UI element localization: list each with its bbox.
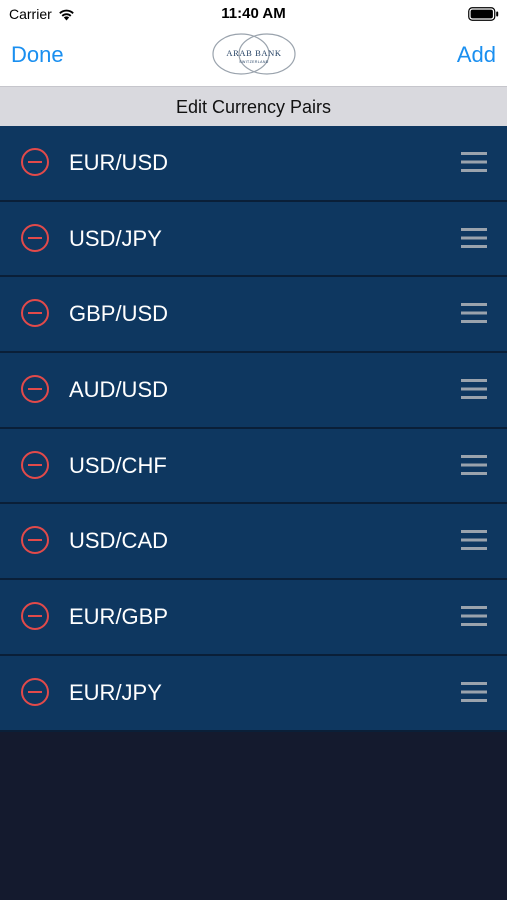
minus-circle-icon[interactable] [20,223,50,253]
arab-bank-logo: ARAB BANK SWITZERLAND [211,32,297,76]
currency-pair-label: USD/JPY [69,225,162,251]
currency-pair-row: GBP/USD [0,277,507,354]
battery-icon [468,7,499,26]
reorder-grip-icon[interactable] [460,302,488,324]
currency-pair-row: USD/CAD [0,504,507,581]
minus-circle-icon[interactable] [20,147,50,177]
section-title: Edit Currency Pairs [175,97,332,117]
reorder-grip-icon[interactable] [460,454,488,476]
minus-circle-icon[interactable] [20,601,50,631]
reorder-grip-icon[interactable] [460,151,488,173]
currency-pair-label: EUR/GBP [69,604,169,630]
currency-pair-label: GBP/USD [69,301,169,327]
status-time: 11:40 AM [221,5,286,22]
reorder-grip-icon[interactable] [460,227,488,249]
minus-circle-icon[interactable] [20,374,50,404]
minus-circle-icon[interactable] [20,677,50,707]
add-button[interactable]: Add [457,42,496,68]
done-button[interactable]: Done [11,42,64,68]
minus-circle-icon[interactable] [20,525,50,555]
currency-pair-label: EUR/JPY [69,679,162,705]
reorder-grip-icon[interactable] [460,605,488,627]
status-bar: Carrier 11:40 AM [0,0,507,28]
reorder-grip-icon[interactable] [460,529,488,551]
minus-circle-icon[interactable] [20,298,50,328]
currency-pair-label: EUR/USD [69,150,169,175]
currency-pair-row: EUR/JPY [0,655,507,732]
currency-pair-list: EUR/USD USD/JPY GBP/USD AUD/USD USD/CHF … [0,126,507,732]
currency-pair-row: AUD/USD [0,353,507,429]
currency-pair-label: AUD/USD [69,377,169,403]
navigation-bar: Done ARAB BANK SWITZERLAND Add [0,28,507,86]
currency-pair-row: EUR/USD [0,126,507,202]
reorder-grip-icon[interactable] [460,681,488,703]
reorder-grip-icon[interactable] [460,378,488,400]
svg-text:ARAB BANK: ARAB BANK [226,48,281,58]
currency-pair-row: EUR/GBP [0,580,507,656]
currency-pair-label: USD/CAD [69,528,169,554]
currency-pair-row: USD/JPY [0,201,507,278]
currency-pair-row: USD/CHF [0,428,507,505]
section-header: Edit Currency Pairs [0,86,507,126]
minus-circle-icon[interactable] [20,450,50,480]
svg-text:SWITZERLAND: SWITZERLAND [239,60,269,64]
currency-pair-label: USD/CHF [69,452,167,478]
